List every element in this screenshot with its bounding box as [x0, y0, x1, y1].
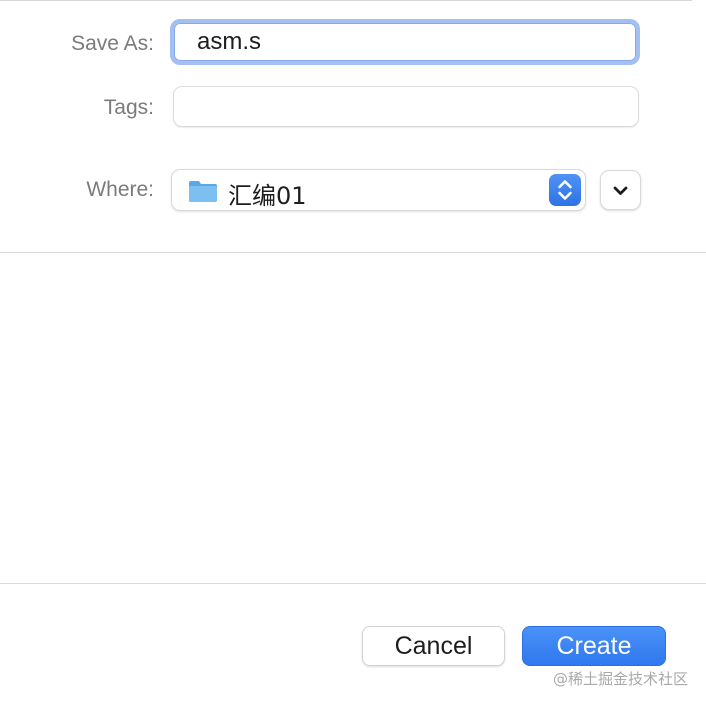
- file-name-input[interactable]: asm.s: [170, 19, 640, 65]
- create-button[interactable]: Create: [522, 626, 666, 666]
- chevron-down-icon: [601, 186, 640, 213]
- where-location-popup[interactable]: 汇编01: [171, 169, 586, 211]
- sheet-top-edge: [0, 0, 692, 1]
- save-as-label: Save As:: [71, 32, 154, 55]
- tags-input[interactable]: [173, 86, 639, 127]
- watermark-text: @稀土掘金技术社区: [552, 670, 688, 688]
- where-location-value: 汇编01: [228, 182, 307, 210]
- expand-dialog-button[interactable]: [600, 170, 641, 210]
- divider-top: [0, 252, 706, 253]
- up-down-chevron-icon[interactable]: [549, 174, 581, 206]
- save-dialog: Save As: asm.s Tags: Where: 汇编01 Cancel …: [0, 0, 706, 706]
- where-label: Where:: [86, 178, 154, 201]
- divider-bottom: [0, 583, 706, 584]
- tags-label: Tags:: [103, 96, 154, 119]
- cancel-button[interactable]: Cancel: [362, 626, 505, 666]
- folder-icon: [188, 179, 218, 203]
